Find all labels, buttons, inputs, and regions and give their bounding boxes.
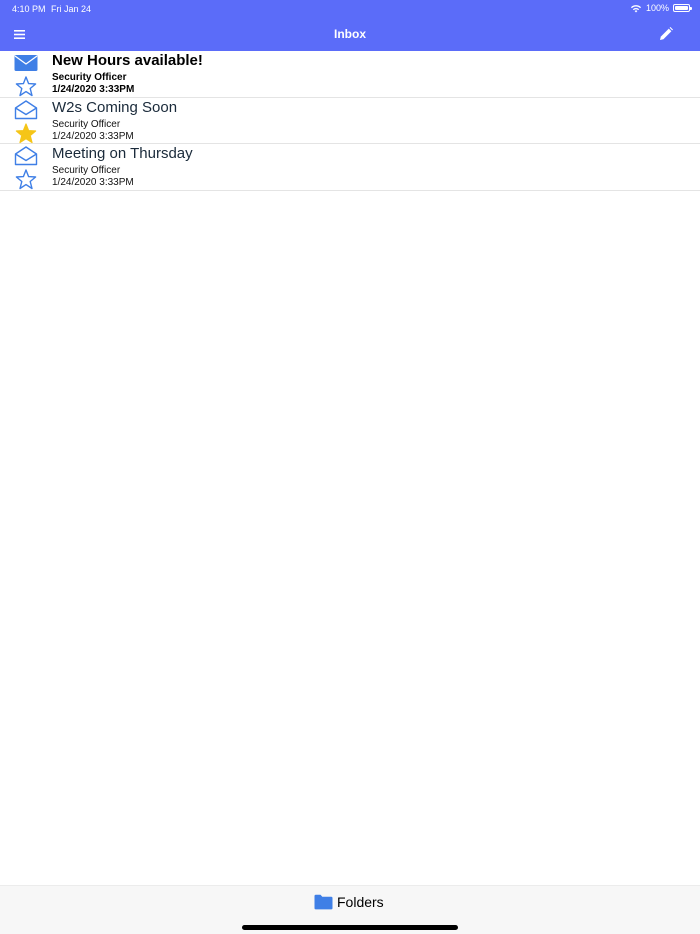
message-text: Meeting on Thursday Security Officer 1/2… [52, 145, 193, 189]
wifi-icon [630, 4, 642, 12]
star-outline-icon[interactable] [15, 76, 37, 97]
home-indicator [242, 925, 458, 930]
message-subject: Meeting on Thursday [52, 145, 193, 162]
message-date: 1/24/2020 3:33PM [52, 84, 135, 95]
battery-percent: 100% [645, 3, 669, 13]
status-bar: 4:10 PM Fri Jan 24 100% [0, 0, 700, 17]
envelope-open-icon [14, 99, 38, 119]
message-subject: New Hours available! [52, 52, 203, 69]
bottom-toolbar: Folders [0, 885, 700, 934]
status-indicators: 100% [630, 3, 692, 13]
message-text: W2s Coming Soon Security Officer 1/24/20… [52, 99, 177, 143]
folders-button[interactable]: Folders [314, 894, 384, 910]
message-date: 1/24/2020 3:33PM [52, 177, 134, 188]
star-filled-icon[interactable] [15, 122, 37, 144]
star-outline-icon[interactable] [15, 169, 37, 190]
message-sender: Security Officer [52, 165, 121, 176]
status-time: 4:10 PM [12, 4, 46, 14]
folders-label: Folders [337, 894, 384, 910]
status-date: Fri Jan 24 [51, 4, 92, 14]
message-date: 1/24/2020 3:33PM [52, 130, 134, 142]
message-row[interactable]: New Hours available! Security Officer 1/… [0, 51, 700, 98]
app-header: 4:10 PM Fri Jan 24 100% Inbox [0, 0, 700, 51]
battery-icon [673, 4, 692, 12]
message-row[interactable]: Meeting on Thursday Security Officer 1/2… [0, 144, 700, 191]
message-row[interactable]: W2s Coming Soon Security Officer 1/24/20… [0, 98, 700, 144]
envelope-open-icon [14, 146, 38, 166]
nav-bar: Inbox [0, 17, 700, 51]
envelope-closed-icon [14, 55, 38, 71]
pencil-icon [660, 27, 673, 40]
page-title: Inbox [334, 27, 366, 41]
message-text: New Hours available! Security Officer 1/… [52, 52, 203, 96]
message-sender: Security Officer [52, 118, 121, 130]
folder-icon [314, 894, 333, 910]
compose-button[interactable] [656, 24, 676, 44]
message-list: New Hours available! Security Officer 1/… [0, 51, 700, 191]
message-subject: W2s Coming Soon [52, 98, 178, 116]
message-sender: Security Officer [52, 72, 127, 83]
